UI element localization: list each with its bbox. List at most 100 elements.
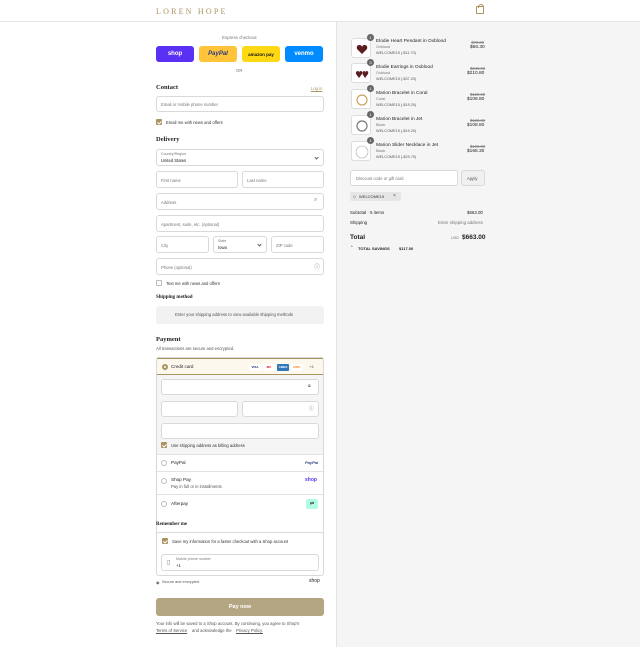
subtotal-value: $663.00: [467, 210, 483, 215]
shipping-method-heading: Shipping method: [156, 295, 193, 300]
shield-icon: ◉: [156, 580, 160, 585]
paypal-radio[interactable]: [161, 460, 167, 466]
tag-icon: ◇: [353, 194, 357, 199]
currency: USD: [451, 236, 460, 240]
terms-link[interactable]: Terms of Service: [156, 628, 187, 633]
help-icon[interactable]: ⓘ: [314, 262, 320, 271]
footer-text: Your info will be saved to a Shop accoun…: [156, 621, 300, 626]
afterpay-radio[interactable]: [161, 501, 167, 507]
savings-icon: ◔: [350, 245, 353, 250]
paypal-button[interactable]: PayPal: [199, 46, 237, 62]
address-field[interactable]: Address ⌕: [156, 193, 324, 210]
item-price: $108.80: [467, 97, 485, 102]
item-discount: WELCOME15 (-$37.20): [376, 77, 417, 81]
chevron-down-icon: [314, 155, 319, 160]
item-name: Marion Slider Necklace in Jet: [376, 143, 439, 148]
save-info-checkbox[interactable]: [162, 538, 168, 544]
phone-placeholder: Phone (optional): [161, 265, 192, 270]
checkout-form: Express checkout shop PayPal amazon pay …: [0, 22, 336, 647]
credit-card-option[interactable]: Credit card VISA MC AMEX DISC +4: [157, 358, 323, 375]
shop-pay-subtitle: Pay in full or in installments: [171, 484, 222, 489]
last-name-field[interactable]: Last name: [242, 171, 324, 188]
product-thumbnail: [351, 115, 371, 135]
discover-icon: DISC: [291, 364, 303, 371]
shop-pay-button[interactable]: shop: [156, 46, 194, 62]
savings-value: $117.00: [399, 246, 414, 251]
item-variant: Oxblood: [376, 45, 391, 49]
discount-code: WELCOME15: [359, 194, 385, 199]
text-news-label: Text me with news and offers: [166, 281, 220, 286]
credit-card-radio[interactable]: [162, 364, 168, 370]
quantity-badge: 1: [367, 111, 374, 118]
expiry-field[interactable]: [161, 401, 238, 417]
brand-logo[interactable]: LOREN HOPE: [156, 7, 228, 16]
item-variant: Coral: [376, 97, 386, 101]
apply-button[interactable]: Apply: [461, 170, 485, 186]
shopping-bag-icon[interactable]: [476, 4, 484, 14]
divider: [157, 454, 323, 455]
item-variant: Black: [376, 123, 386, 127]
item-name: Marion Bracelet in Coral: [376, 91, 428, 96]
mobile-phone-label: Mobile phone number: [176, 557, 211, 561]
delivery-heading: Delivery: [156, 136, 180, 143]
email-field[interactable]: Email or mobile phone number: [156, 96, 324, 112]
discount-placeholder: Discount code or gift card: [356, 176, 404, 181]
product-thumbnail: [351, 141, 371, 161]
item-name: Elodie Heart Pendant in Oxblood: [376, 39, 446, 44]
first-name-placeholder: First name: [161, 178, 181, 183]
chevron-down-icon: [257, 242, 262, 247]
name-on-card-field[interactable]: [161, 423, 319, 439]
amazon-pay-button[interactable]: amazon pay: [242, 46, 280, 62]
payment-heading: Payment: [156, 336, 181, 343]
shop-logo: shop: [305, 477, 317, 483]
news-checkbox[interactable]: [156, 119, 162, 125]
apartment-placeholder: Apartment, suite, etc. (optional): [161, 222, 220, 227]
remove-code-icon[interactable]: ×: [393, 193, 396, 199]
apartment-field[interactable]: Apartment, suite, etc. (optional): [156, 215, 324, 232]
phone-icon: ▯: [167, 560, 171, 566]
text-news-checkbox[interactable]: [156, 280, 162, 286]
shop-pay-label: Shop Pay: [171, 477, 191, 482]
mastercard-icon: MC: [263, 364, 275, 371]
shipping-method-box: Enter your shipping address to view avai…: [156, 306, 324, 324]
card-number-field[interactable]: 🔒︎: [161, 379, 319, 395]
help-icon[interactable]: ⓘ: [309, 405, 314, 412]
city-placeholder: City: [161, 243, 169, 248]
remember-me-heading: Remember me: [156, 522, 188, 527]
remember-box: Save my information for a faster checkou…: [156, 532, 324, 576]
mobile-phone-field[interactable]: ▯ Mobile phone number +1: [161, 554, 319, 571]
earrings-image: [355, 71, 369, 78]
state-select[interactable]: State Iowa: [213, 236, 267, 253]
item-discount: WELCOME15 (-$19.20): [376, 129, 417, 133]
more-cards: +4: [309, 364, 314, 369]
venmo-button[interactable]: venmo: [285, 46, 323, 62]
shipping-message: Enter your shipping address to view avai…: [175, 312, 294, 317]
zip-field[interactable]: ZIP code: [271, 236, 324, 253]
total-label: Total: [350, 234, 366, 241]
item-variant: Oxblood: [376, 71, 391, 75]
necklace-image: [355, 145, 369, 159]
amex-icon: AMEX: [277, 364, 289, 371]
pay-now-button[interactable]: Pay now: [156, 598, 324, 616]
shipping-label: Shipping: [350, 220, 368, 225]
credit-card-label: Credit card: [171, 364, 194, 369]
phone-field[interactable]: Phone (optional) ⓘ: [156, 258, 324, 275]
savings-label: TOTAL SAVINGS: [358, 246, 390, 251]
shop-pay-radio[interactable]: [161, 478, 167, 484]
zip-placeholder: ZIP code: [276, 243, 293, 248]
product-thumbnail: [351, 63, 371, 83]
divider: [157, 494, 323, 495]
discount-input[interactable]: Discount code or gift card: [350, 170, 458, 186]
first-name-field[interactable]: First name: [156, 171, 238, 188]
login-link[interactable]: Log in: [311, 86, 322, 91]
security-code-field[interactable]: ⓘ: [242, 401, 319, 417]
city-field[interactable]: City: [156, 236, 209, 253]
payment-subtitle: All transactions are secure and encrypte…: [156, 346, 235, 351]
header: LOREN HOPE: [0, 0, 640, 22]
jet-bracelet-image: [356, 120, 368, 132]
billing-checkbox[interactable]: [161, 442, 167, 448]
country-select[interactable]: Country/Region United States: [156, 149, 324, 166]
privacy-link[interactable]: Privacy Policy.: [236, 628, 263, 633]
visa-icon: VISA: [249, 364, 261, 371]
quantity-badge: 1: [367, 85, 374, 92]
